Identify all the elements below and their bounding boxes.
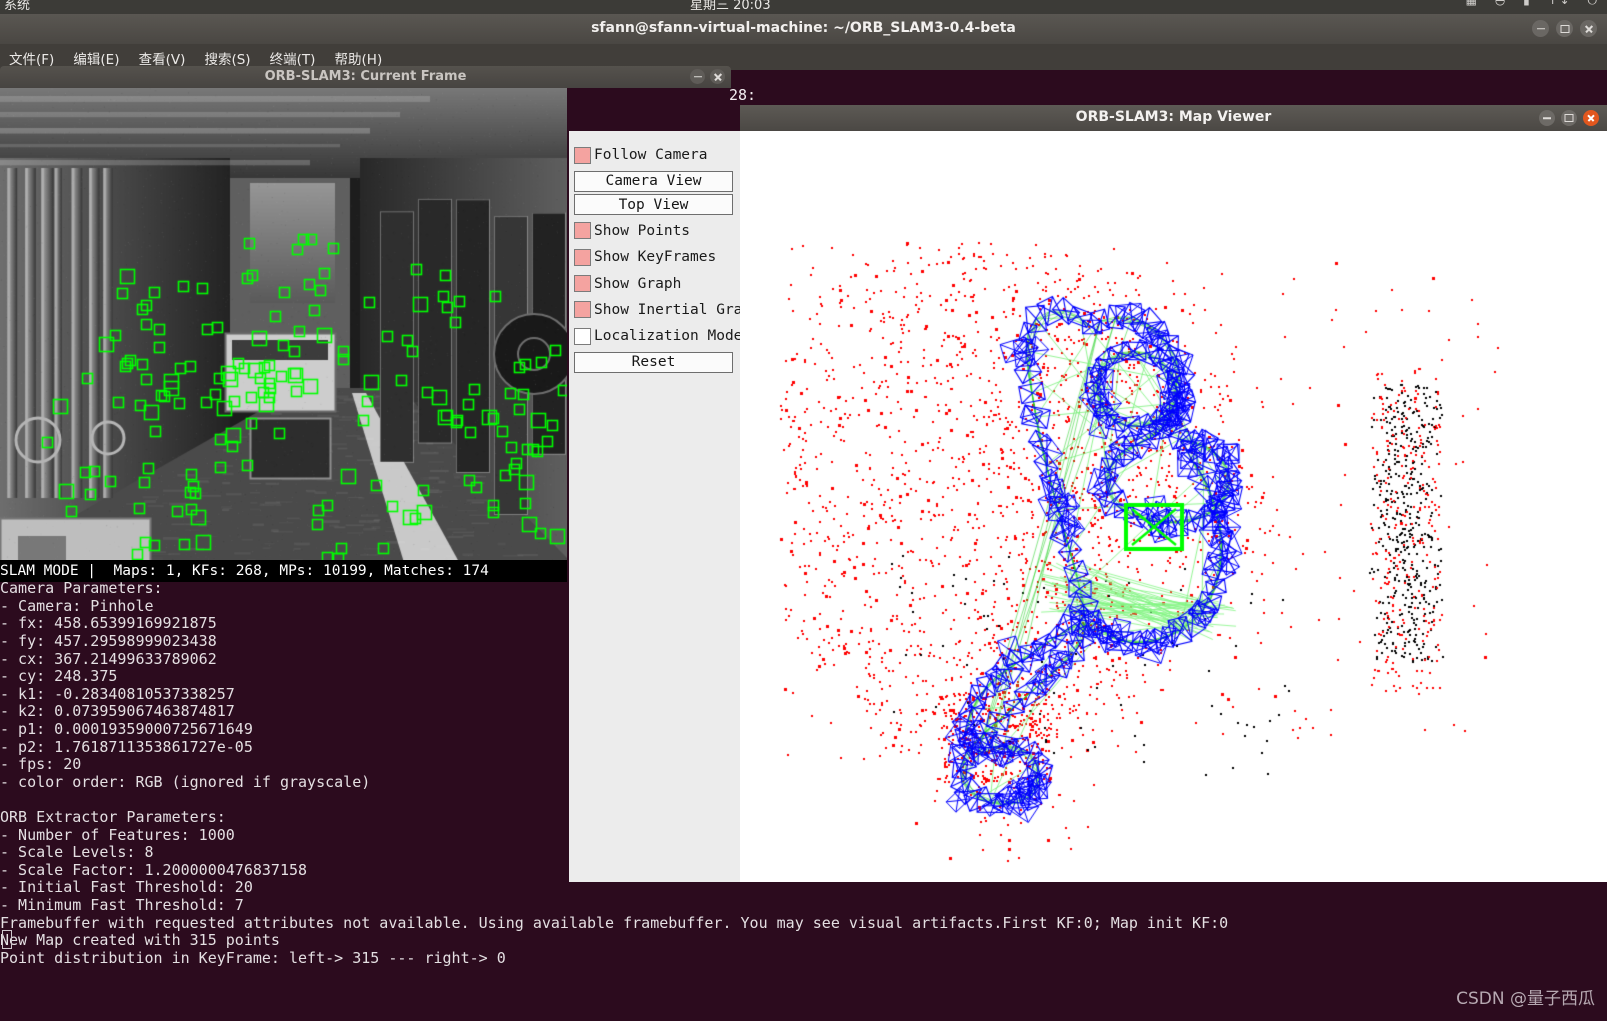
csdn-watermark: CSDN @量子西瓜 (1456, 989, 1595, 1009)
show-graph-checkbox-label: Show Graph (594, 275, 682, 292)
checkbox-indicator[interactable] (574, 301, 591, 319)
follow-camera-checkbox[interactable]: Follow Camera (574, 142, 735, 168)
current-frame-title: ORB-SLAM3: Current Frame (264, 69, 467, 84)
current-frame-image: SLAM MODE | Maps: 1, KFs: 268, MPs: 1019… (0, 88, 567, 582)
terminal-line: Framebuffer with requested attributes no… (0, 913, 1229, 932)
terminal-line: Point distribution in KeyFrame: left-> 3… (0, 948, 506, 967)
show-inertial-graph-checkbox-label: Show Inertial Graph (594, 301, 760, 318)
minimize-icon[interactable] (1532, 20, 1549, 37)
show-keyframes-checkbox-label: Show KeyFrames (594, 249, 717, 266)
terminal-titlebar: sfann@sfann-virtual-machine: ~/ORB_SLAM3… (0, 14, 1607, 45)
battery-icon[interactable]: ▮ (1523, 0, 1532, 7)
power-icon[interactable]: ⏻ (1588, 0, 1600, 8)
close-icon[interactable] (1583, 110, 1599, 126)
close-icon[interactable] (710, 69, 725, 84)
volume-icon[interactable]: ◓ (1495, 0, 1507, 7)
reset-button[interactable]: Reset (574, 351, 733, 373)
terminal-line: - Minimum Fast Threshold: 7 (0, 895, 244, 914)
system-tray[interactable]: ▦ ◓ ▮ ↑↓ ⏻ (1456, 0, 1599, 8)
localization-mode-checkbox-label: Localization Mode (594, 328, 743, 345)
maximize-icon[interactable] (1561, 110, 1577, 126)
checkbox-indicator[interactable] (574, 327, 591, 345)
map-viewer-viewport[interactable] (740, 131, 1607, 882)
current-frame-titlebar: ORB-SLAM3: Current Frame (0, 66, 731, 88)
show-points-checkbox-label: Show Points (594, 222, 691, 239)
checkbox-indicator[interactable] (574, 248, 591, 266)
camera-view-button[interactable]: Camera View (574, 170, 733, 192)
terminal-line: New Map created with 315 points (0, 931, 280, 950)
terminal-title: sfann@sfann-virtual-machine: ~/ORB_SLAM3… (591, 20, 1016, 36)
minimize-icon[interactable] (1539, 110, 1555, 126)
show-graph-checkbox[interactable]: Show Graph (574, 270, 735, 296)
map-viewer-control-panel[interactable]: Follow Camera Camera View Top View Show Poi… (569, 131, 760, 882)
terminal-window-controls[interactable] (1532, 20, 1597, 37)
system-menu-label[interactable]: 系统 (4, 0, 30, 13)
checkbox-indicator[interactable] (574, 275, 591, 293)
network-icon[interactable]: ↑↓ (1548, 0, 1572, 7)
map-render-canvas[interactable] (740, 131, 1607, 882)
map-viewer-titlebar: ORB-SLAM3: Map Viewer (740, 105, 1607, 131)
localization-mode-checkbox[interactable]: Localization Mode (574, 323, 742, 349)
minimize-icon[interactable] (690, 69, 705, 84)
follow-camera-checkbox-label: Follow Camera (594, 147, 708, 164)
show-keyframes-checkbox[interactable]: Show KeyFrames (574, 244, 735, 270)
top-view-button[interactable]: Top View (574, 194, 733, 216)
map-viewer-window-controls[interactable] (1539, 110, 1599, 126)
current-frame-window-controls[interactable] (690, 69, 725, 84)
maximize-icon[interactable] (1556, 20, 1573, 37)
checkbox-indicator[interactable] (574, 146, 591, 164)
map-viewer-window[interactable]: ORB-SLAM3: Map Viewer Follow Camera Camer… (569, 105, 1607, 882)
terminal-cursor (2, 930, 12, 949)
slam-status-bar: SLAM MODE | Maps: 1, KFs: 268, MPs: 1019… (0, 560, 567, 582)
system-top-bar: 系统 星期三 20:03 ▦ ◓ ▮ ↑↓ ⏻ (0, 0, 1607, 14)
close-icon[interactable] (1580, 20, 1597, 37)
checkbox-indicator[interactable] (574, 222, 591, 240)
frame-feature-canvas (0, 88, 567, 582)
show-inertial-graph-checkbox[interactable]: Show Inertial Graph (574, 297, 760, 323)
system-clock[interactable]: 星期三 20:03 (690, 0, 771, 13)
show-points-checkbox[interactable]: Show Points (574, 218, 735, 244)
keyboard-layout-icon[interactable]: ▦ (1466, 0, 1479, 7)
map-viewer-title: ORB-SLAM3: Map Viewer (1075, 109, 1272, 125)
terminal-partial-text: 28: (729, 86, 757, 104)
